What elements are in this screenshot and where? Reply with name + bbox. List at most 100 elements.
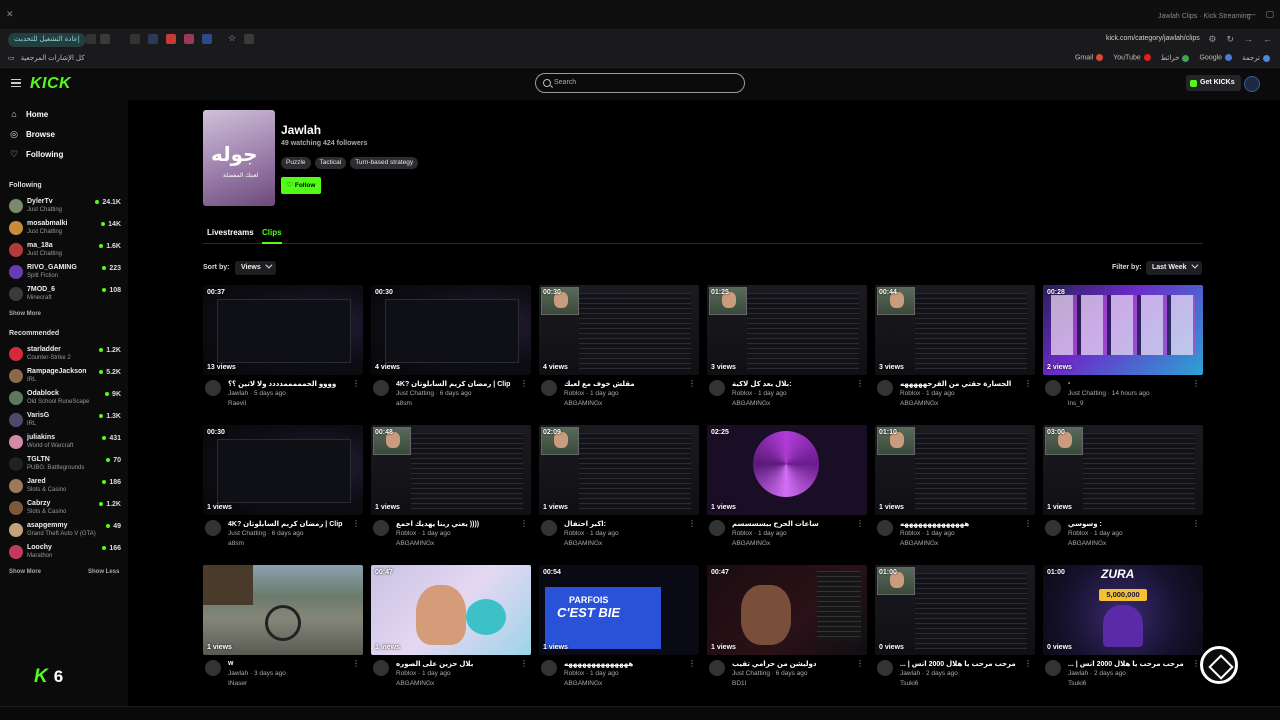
more-options-icon[interactable]: [520, 379, 528, 389]
show-less-recommended[interactable]: Show Less: [88, 569, 119, 575]
clip-title[interactable]: -: [1068, 380, 1192, 387]
clip-thumbnail[interactable]: 01:00 0 views: [875, 565, 1035, 655]
clip-thumbnail[interactable]: 00:28 2 views: [1043, 285, 1203, 375]
clip-creator[interactable]: ABGAMINGx: [732, 400, 770, 407]
clip-card[interactable]: 01:10 1 views ههههههههههههههه Roblox · 1 da…: [875, 425, 1035, 555]
clip-creator[interactable]: Tsuki6: [1068, 680, 1086, 687]
tag-puzzle[interactable]: Puzzle: [281, 157, 311, 169]
creator-avatar[interactable]: [373, 660, 389, 676]
clip-title[interactable]: وسوسي :: [1068, 520, 1192, 528]
clip-thumbnail[interactable]: 02:25 1 views: [707, 425, 867, 515]
bookmark-youtube[interactable]: YouTube: [1113, 54, 1151, 62]
sidebar-channel-rampagejackson[interactable]: RampageJackson IRL 5.2K: [9, 366, 121, 386]
sidebar-channel-starladder[interactable]: starladder Counter-Strike 2 1.2K: [9, 344, 121, 364]
more-options-icon[interactable]: [856, 519, 864, 529]
clip-card[interactable]: 00:16 1 views w Jawlah · 3 days ago INaser: [203, 565, 363, 695]
creator-avatar[interactable]: [709, 520, 725, 536]
clip-creator[interactable]: ABGAMINGx: [396, 540, 434, 547]
clip-card[interactable]: 00:28 2 views - Just Chatting · 14 hours ag…: [1043, 285, 1203, 415]
kick-logo[interactable]: KICK: [30, 75, 71, 93]
more-options-icon[interactable]: [1192, 659, 1200, 669]
shield-icon[interactable]: [148, 34, 158, 44]
clip-card[interactable]: 00:48 1 views يعني ربنا يهديك احمع )))) Rob…: [371, 425, 531, 555]
clip-thumbnail[interactable]: 01:10 1 views: [875, 425, 1035, 515]
sidebar-channel-cabrzy[interactable]: Cabrzy Slots & Casino 1.2K: [9, 498, 121, 518]
clip-creator[interactable]: ABGAMINGx: [564, 400, 602, 407]
clip-card[interactable]: 01:00 0 views ... | مرحب مرحب يا هلال 2000…: [875, 565, 1035, 695]
more-options-icon[interactable]: [352, 519, 360, 529]
creator-avatar[interactable]: [1045, 380, 1061, 396]
sidebar-channel-varisg[interactable]: VarisG IRL 1.3K: [9, 410, 121, 430]
clip-creator[interactable]: Raevil: [228, 400, 246, 407]
clip-card[interactable]: PARFOIS C'EST BIE 00:54 1 views هههههههههههه…: [539, 565, 699, 695]
clip-card[interactable]: 02:25 1 views ساعات الحرح بيسسسسم Roblox · …: [707, 425, 867, 555]
clip-thumbnail[interactable]: 02:09 1 views: [539, 425, 699, 515]
extension-icon[interactable]: [86, 34, 96, 44]
clip-creator[interactable]: ABGAMINGx: [564, 540, 602, 547]
reload-icon[interactable]: ↻: [1226, 34, 1234, 45]
clip-title[interactable]: ... | مرحب مرحب يا هلال 2000 انس: [900, 660, 1024, 668]
audio-icon[interactable]: [202, 34, 212, 44]
clip-title[interactable]: ههههههههههههههه: [900, 520, 1024, 528]
more-options-icon[interactable]: [856, 659, 864, 669]
creator-avatar[interactable]: [205, 660, 221, 676]
more-options-icon[interactable]: [1192, 519, 1200, 529]
clip-creator[interactable]: ABGAMINGx: [564, 680, 602, 687]
sidebar-channel-7mod_6[interactable]: 7MOD_6 Minecraft 108: [9, 284, 121, 304]
floating-widget-icon[interactable]: [1200, 646, 1238, 684]
clip-thumbnail[interactable]: ZURA 5,000,000 01:00 0 views: [1043, 565, 1203, 655]
sidebar-item-following[interactable]: ♡ Following: [9, 149, 63, 159]
minimize-icon[interactable]: —: [1246, 9, 1255, 20]
sidebar-channel-rivo_gaming[interactable]: RIVO_GAMING Split Fiction 223: [9, 262, 121, 282]
clip-creator[interactable]: ABGAMINGx: [900, 400, 938, 407]
user-avatar[interactable]: [1244, 76, 1260, 92]
clip-thumbnail[interactable]: 00:30 4 views: [539, 285, 699, 375]
more-options-icon[interactable]: [1024, 379, 1032, 389]
more-options-icon[interactable]: [520, 659, 528, 669]
more-options-icon[interactable]: [1024, 519, 1032, 529]
creator-avatar[interactable]: [1045, 520, 1061, 536]
clip-title[interactable]: دوليشن من حرامي تقيب: [732, 660, 856, 668]
creator-avatar[interactable]: [541, 380, 557, 396]
url-field[interactable]: kick.com/category/jawlah/clips: [1106, 35, 1200, 42]
clip-card[interactable]: 01:25 3 views بلال بعد كل لاكية: Roblox · 1…: [707, 285, 867, 415]
clip-title[interactable]: ههههههههههههههه: [564, 660, 688, 668]
more-options-icon[interactable]: [688, 659, 696, 669]
show-more-following[interactable]: Show More: [9, 311, 41, 317]
clip-thumbnail[interactable]: 00:48 1 views: [371, 425, 531, 515]
sidebar-channel-juliakins[interactable]: juliakins World of Warcraft 431: [9, 432, 121, 452]
clip-title[interactable]: يعني ربنا يهديك احمع )))): [396, 520, 520, 528]
clip-card[interactable]: 00:30 4 views 4K? رمضان كريم السابلوتان | …: [371, 285, 531, 415]
clip-card[interactable]: ZURA 5,000,000 01:00 0 views ... | مرحب مرحب…: [1043, 565, 1203, 695]
creator-avatar[interactable]: [1045, 660, 1061, 676]
tab-clips[interactable]: Clips: [262, 228, 282, 244]
clip-title[interactable]: وووو الحمممممدددد ولا لاتين ؟؟: [228, 380, 352, 388]
menu-icon[interactable]: [11, 79, 21, 87]
bookmark-translate[interactable]: ترجمة: [1242, 54, 1270, 62]
more-options-icon[interactable]: [688, 379, 696, 389]
tag-tactical[interactable]: Tactical: [314, 157, 347, 169]
site-settings-icon[interactable]: [244, 34, 254, 44]
show-more-recommended[interactable]: Show More: [9, 569, 41, 575]
extension-icon[interactable]: [130, 34, 140, 44]
sidebar-channel-odablock[interactable]: Odablock Old School RuneScape 9K: [9, 388, 121, 408]
more-options-icon[interactable]: [1192, 379, 1200, 389]
creator-avatar[interactable]: [709, 380, 725, 396]
clip-thumbnail[interactable]: 00:30 4 views: [371, 285, 531, 375]
clip-card[interactable]: 00:47 1 views دوليشن من حرامي تقيب Just Cha…: [707, 565, 867, 695]
creator-avatar[interactable]: [205, 380, 221, 396]
extension-icon[interactable]: [100, 34, 110, 44]
clip-creator[interactable]: BD1I: [732, 680, 746, 687]
clip-card[interactable]: 00:30 4 views مقلش خوف مع لعبك Roblox · 1 d…: [539, 285, 699, 415]
tab-livestreams[interactable]: Livestreams: [207, 228, 254, 237]
clip-title[interactable]: ساعات الحرح بيسسسسم: [732, 520, 856, 528]
clip-thumbnail[interactable]: 00:44 3 views: [875, 285, 1035, 375]
clip-card[interactable]: 00:44 3 views الحسارة حقتي من القرحهههههه R…: [875, 285, 1035, 415]
clip-thumbnail[interactable]: 00:47 1 views: [707, 565, 867, 655]
clip-card[interactable]: 03:00 1 views وسوسي : Roblox · 1 day ago ABG…: [1043, 425, 1203, 555]
clip-thumbnail[interactable]: 00:47 1 views: [371, 565, 531, 655]
clip-thumbnail[interactable]: 00:37 13 views: [203, 285, 363, 375]
clip-card[interactable]: 00:30 1 views 4K? رمضان كريم السابلوتان | …: [203, 425, 363, 555]
sort-dropdown[interactable]: Views: [235, 261, 276, 275]
clip-title[interactable]: اكبر احتفال:: [564, 520, 688, 528]
